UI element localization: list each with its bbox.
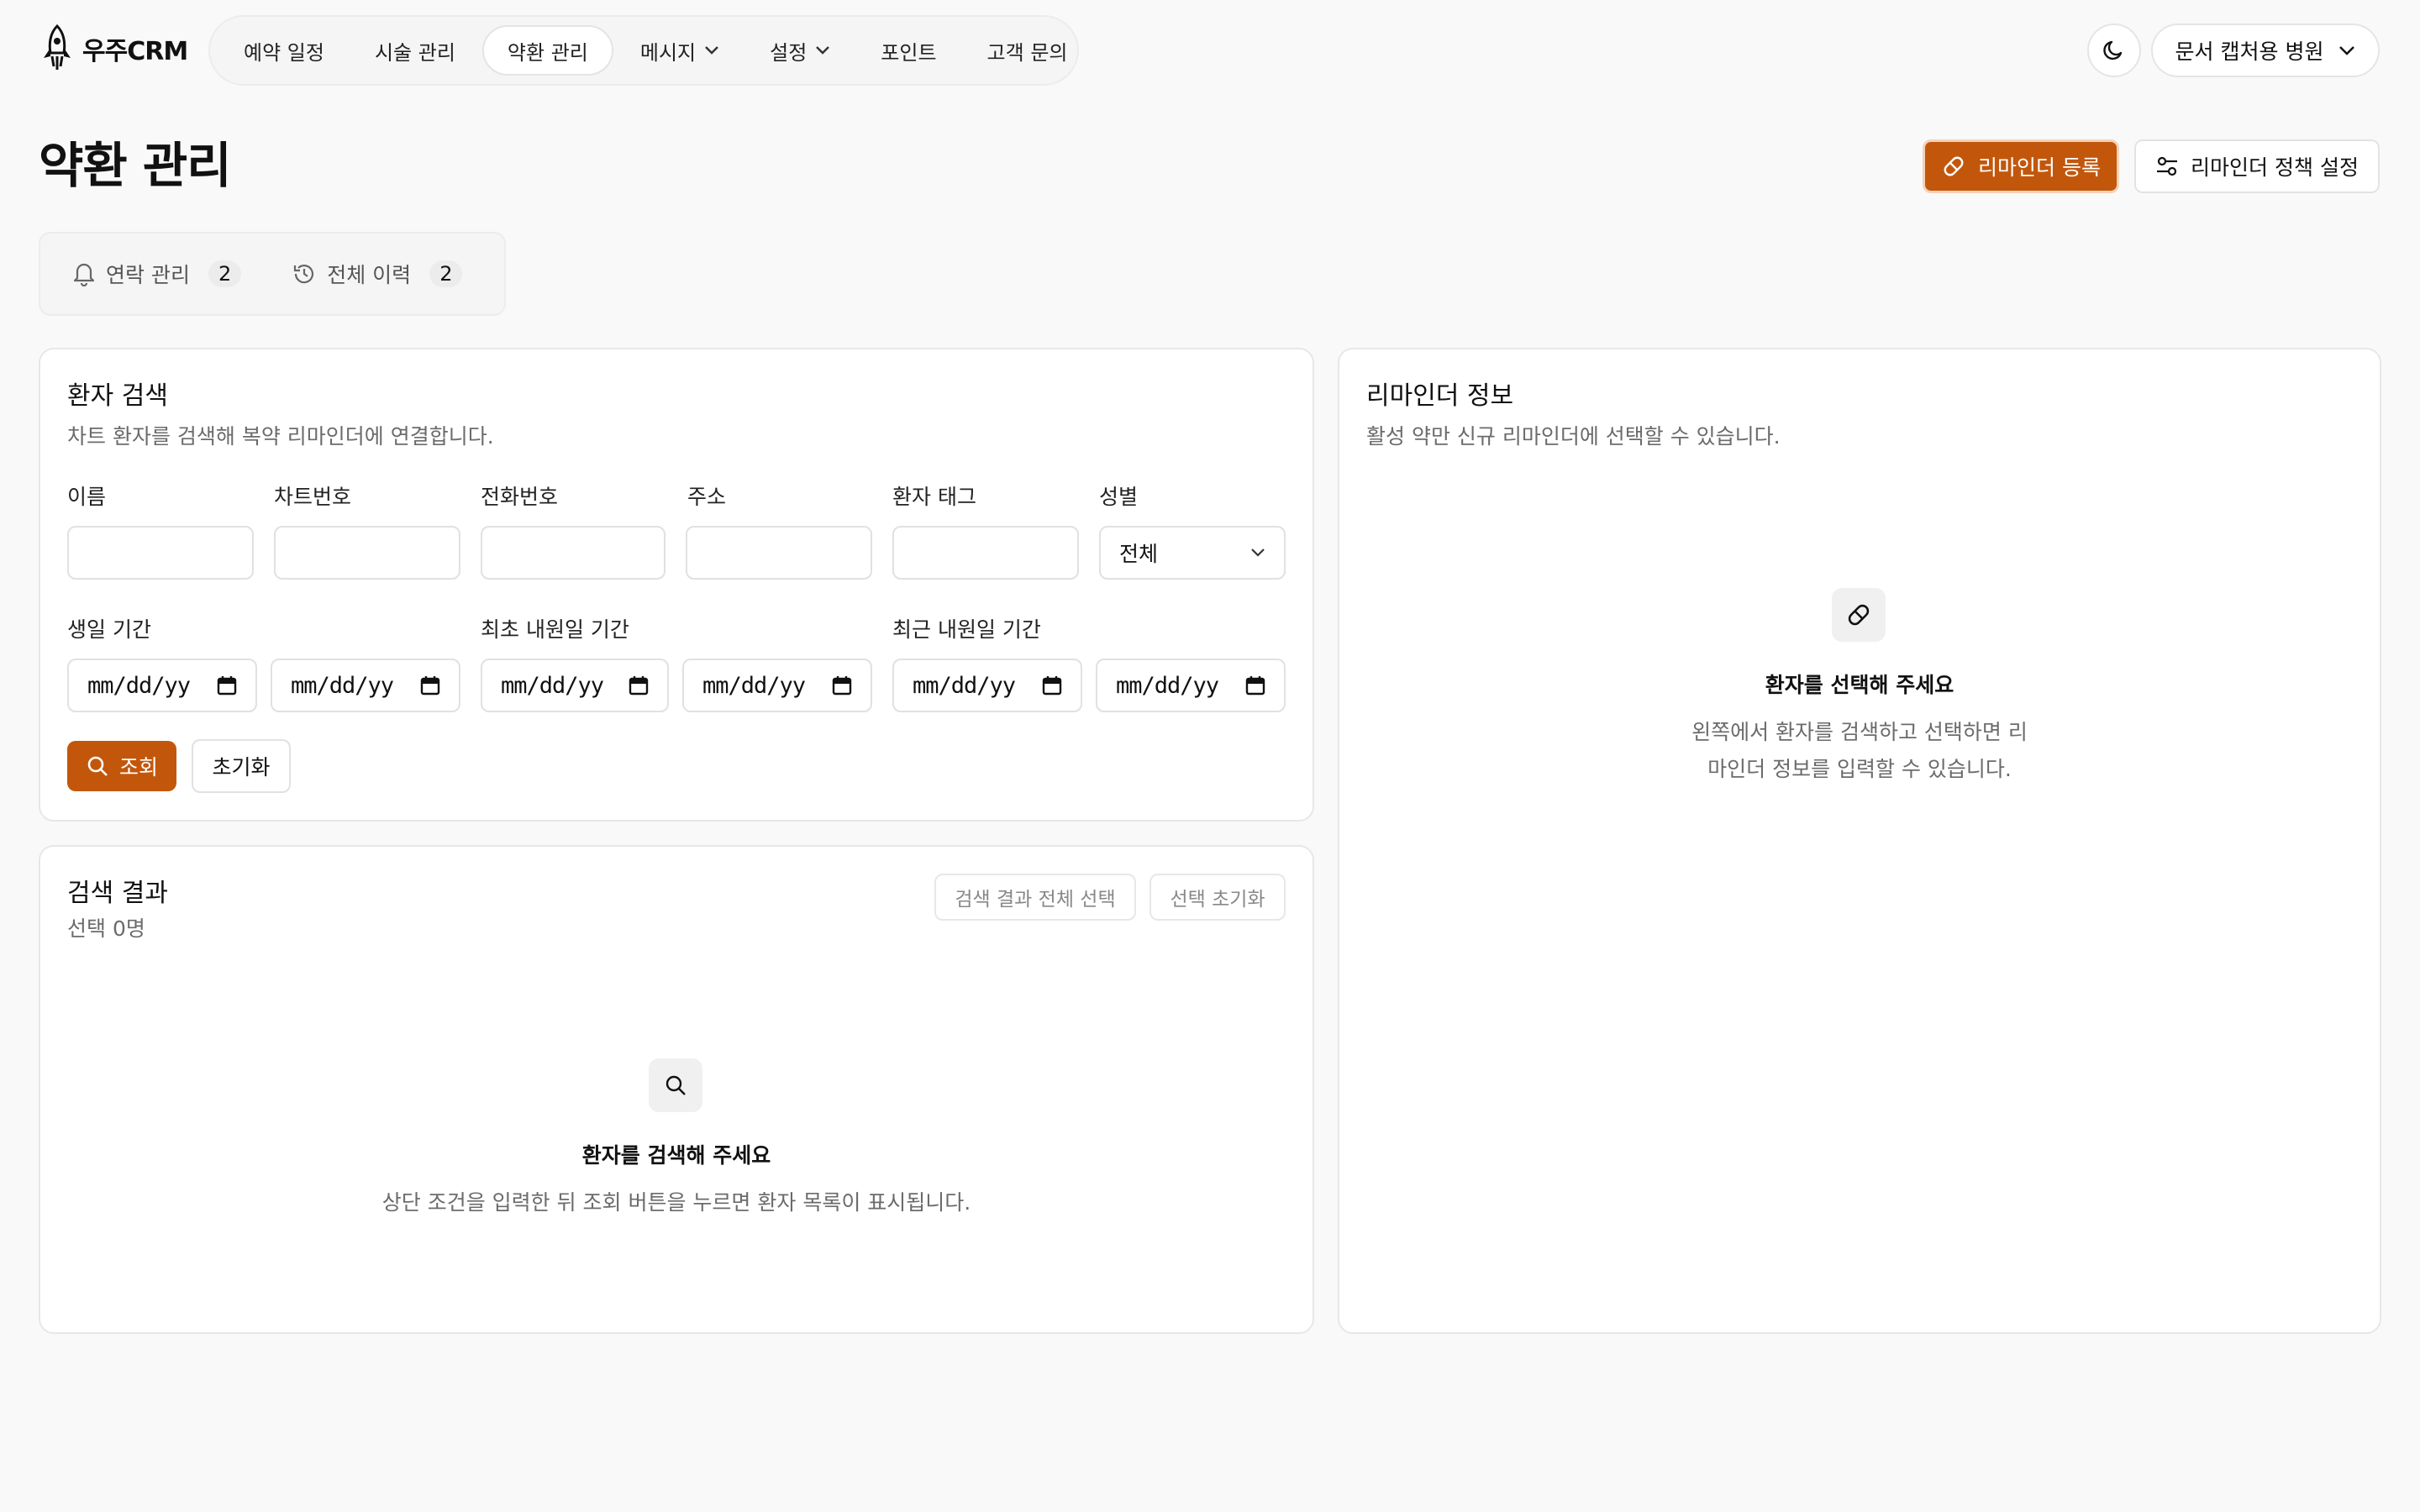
- tab-label: 전체 이력: [327, 263, 412, 287]
- search-button[interactable]: 조회: [67, 741, 176, 791]
- nav-label: 약환 관리: [507, 40, 588, 65]
- address-label: 주소: [687, 485, 727, 509]
- nav-label: 메시지: [639, 40, 697, 65]
- hospital-name: 문서 캡처용 병원: [2175, 39, 2324, 64]
- tab-count-badge: 2: [208, 260, 242, 287]
- nav-item-settings[interactable]: 설정: [746, 25, 854, 76]
- policy-label: 리마인더 정책 설정: [2191, 155, 2359, 180]
- tab-history[interactable]: 전체 이력 2: [292, 259, 463, 289]
- phone-input[interactable]: [481, 526, 666, 580]
- clear-selection-label: 선택 초기화: [1170, 889, 1265, 911]
- theme-toggle-button[interactable]: [2087, 24, 2141, 77]
- reminder-card-desc: 활성 약만 신규 리마인더에 선택할 수 있습니다.: [1366, 424, 1781, 449]
- calendar-icon: [420, 675, 440, 696]
- first-visit-range-label: 최초 내원일 기간: [481, 617, 629, 642]
- nav-label: 고객 문의: [986, 40, 1068, 65]
- search-card-title: 환자 검색: [67, 381, 168, 411]
- reset-button[interactable]: 초기화: [192, 739, 291, 793]
- first-visit-from-date[interactable]: mm/dd/yy: [481, 659, 669, 712]
- date-placeholder: mm/dd/yy: [913, 672, 1016, 699]
- date-placeholder: mm/dd/yy: [291, 672, 394, 699]
- clear-selection-button[interactable]: 선택 초기화: [1150, 874, 1286, 921]
- bell-icon: [72, 261, 96, 286]
- birthday-range-label: 생일 기간: [67, 617, 151, 642]
- search-label: 조회: [118, 755, 158, 780]
- reminder-card-title: 리마인더 정보: [1366, 381, 1514, 411]
- tag-input[interactable]: [892, 526, 1079, 580]
- pill-icon: [1941, 154, 1966, 179]
- date-placeholder: mm/dd/yy: [501, 672, 604, 699]
- reminder-empty-desc-line2: 마인더 정보를 입력할 수 있습니다.: [1707, 757, 2012, 781]
- results-title: 검색 결과: [67, 879, 168, 908]
- nav-item-inquiries[interactable]: 고객 문의: [964, 25, 1092, 76]
- date-placeholder: mm/dd/yy: [702, 672, 806, 699]
- reminder-policy-button[interactable]: 리마인더 정책 설정: [2134, 139, 2380, 193]
- moon-icon: [2102, 39, 2126, 62]
- search-card-desc: 차트 환자를 검색해 복약 리마인더에 연결합니다.: [67, 424, 494, 449]
- nav-item-messages[interactable]: 메시지: [617, 25, 743, 76]
- page-title: 약환 관리: [39, 137, 232, 194]
- chevron-down-icon: [704, 45, 719, 55]
- rocket-icon: [39, 24, 76, 73]
- select-all-results-button[interactable]: 검색 결과 전체 선택: [934, 874, 1136, 921]
- phone-label: 전화번호: [481, 485, 559, 509]
- main-nav: 예약 일정 시술 관리 약환 관리 메시지 설정 포인트 고객 문의: [208, 15, 1079, 86]
- tab-label: 연락 관리: [106, 263, 190, 287]
- date-placeholder: mm/dd/yy: [1116, 672, 1219, 699]
- app-logo[interactable]: 우주CRM: [39, 24, 188, 74]
- nav-label: 포인트: [881, 40, 937, 65]
- results-empty-desc: 상단 조건을 입력한 뒤 조회 버튼을 누르면 환자 목록이 표시됩니다.: [381, 1190, 971, 1215]
- first-visit-to-date[interactable]: mm/dd/yy: [682, 659, 872, 712]
- tag-label: 환자 태그: [892, 485, 976, 509]
- reset-label: 초기화: [212, 755, 271, 780]
- nav-label: 예약 일정: [244, 40, 324, 65]
- reminder-info-card: [1338, 348, 2381, 1334]
- name-label: 이름: [67, 485, 107, 509]
- recent-visit-range-label: 최근 내원일 기간: [892, 617, 1041, 642]
- chart-no-label: 차트번호: [274, 485, 352, 509]
- nav-item-points[interactable]: 포인트: [857, 25, 960, 76]
- birthday-from-date[interactable]: mm/dd/yy: [67, 659, 257, 712]
- chart-no-input[interactable]: [274, 526, 460, 580]
- tab-count-badge: 2: [429, 260, 463, 287]
- register-reminder-button[interactable]: 리마인더 등록: [1923, 139, 2119, 193]
- recent-visit-to-date[interactable]: mm/dd/yy: [1096, 659, 1286, 712]
- register-label: 리마인더 등록: [1978, 155, 2101, 180]
- recent-visit-from-date[interactable]: mm/dd/yy: [892, 659, 1082, 712]
- tab-contact[interactable]: 연락 관리 2: [72, 259, 242, 289]
- calendar-icon: [832, 675, 852, 696]
- pill-icon: [1832, 588, 1886, 642]
- calendar-icon: [217, 675, 237, 696]
- hospital-select[interactable]: 문서 캡처용 병원: [2151, 24, 2380, 77]
- calendar-icon: [1042, 675, 1062, 696]
- history-icon: [292, 261, 317, 286]
- nav-item-procedures[interactable]: 시술 관리: [351, 25, 479, 76]
- gender-value: 전체: [1119, 542, 1159, 566]
- select-all-label: 검색 결과 전체 선택: [955, 889, 1116, 911]
- nav-label: 설정: [770, 40, 808, 65]
- reminder-empty-title: 환자를 선택해 주세요: [1765, 673, 1954, 697]
- calendar-icon: [629, 675, 649, 696]
- calendar-icon: [1245, 675, 1265, 696]
- search-icon: [649, 1058, 702, 1112]
- nav-label: 시술 관리: [374, 40, 455, 65]
- results-empty-title: 환자를 검색해 주세요: [581, 1143, 771, 1168]
- chevron-down-icon: [1250, 548, 1265, 558]
- address-input[interactable]: [686, 526, 872, 580]
- app-name: 우주CRM: [82, 37, 188, 66]
- sliders-icon: [2155, 155, 2179, 178]
- birthday-to-date[interactable]: mm/dd/yy: [271, 659, 460, 712]
- reminder-empty-desc-line1: 왼쪽에서 환자를 검색하고 선택하면 리: [1691, 720, 2028, 744]
- nav-item-reservations[interactable]: 예약 일정: [220, 25, 348, 76]
- gender-label: 성별: [1099, 485, 1139, 509]
- nav-item-medication[interactable]: 약환 관리: [481, 25, 613, 76]
- chevron-down-icon: [815, 45, 830, 55]
- name-input[interactable]: [67, 526, 254, 580]
- date-placeholder: mm/dd/yy: [87, 672, 191, 699]
- tab-bar: 연락 관리 2 전체 이력 2: [39, 232, 506, 316]
- selected-count: 선택 0명: [67, 916, 145, 941]
- gender-select[interactable]: 전체: [1099, 526, 1286, 580]
- search-icon: [86, 754, 109, 778]
- chevron-down-icon: [2338, 45, 2355, 55]
